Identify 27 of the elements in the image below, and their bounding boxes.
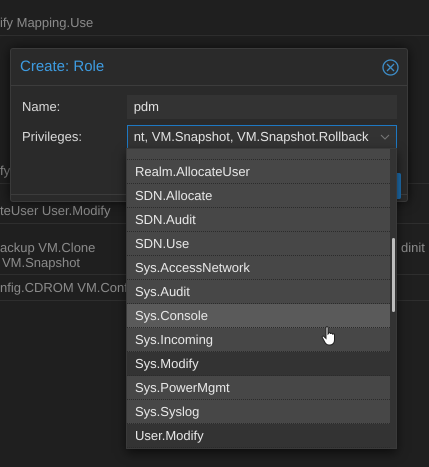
privilege-option[interactable]: Sys.Modify — [127, 352, 390, 376]
table-cell: dinit — [401, 240, 425, 255]
field-label: Privileges: — [22, 128, 83, 146]
list-row[interactable] — [127, 149, 390, 160]
privilege-option[interactable]: Sys.Audit — [127, 280, 390, 304]
privilege-option[interactable]: SDN.Audit — [127, 208, 390, 232]
privilege-option[interactable]: SDN.Use — [127, 232, 390, 256]
chevron-down-icon[interactable] — [380, 134, 390, 140]
dialog-title: Create: Role — [20, 56, 104, 77]
table-cell-text: VM.Snapshot — [1, 255, 82, 270]
privilege-option[interactable]: User.Modify — [127, 424, 390, 448]
scrollbar-thumb[interactable] — [392, 238, 395, 312]
name-input-field[interactable]: pdm — [126, 95, 397, 119]
privilege-option[interactable]: Sys.Syslog — [127, 400, 390, 424]
privilege-option[interactable]: SDN.Allocate — [127, 184, 390, 208]
close-icon[interactable] — [382, 58, 399, 76]
privilege-option[interactable]: Sys.AccessNetwork — [127, 256, 390, 280]
privilege-option[interactable]: Sys.PowerMgmt — [127, 376, 390, 400]
table-cell: ackup VM.Clone — [0, 240, 96, 255]
privileges-combobox[interactable]: nt, VM.Snapshot, VM.Snapshot.Rollback — [126, 125, 397, 149]
field-label: Name: — [22, 98, 62, 116]
table-cell: fy — [0, 163, 10, 178]
table-cell: ify Mapping.Use — [0, 15, 94, 30]
privilege-option[interactable]: Sys.Incoming — [127, 328, 390, 352]
table-cell: teUser User.Modify — [0, 203, 111, 218]
privilege-option[interactable]: Realm.AllocateUser — [127, 160, 390, 184]
privilege-option[interactable]: Sys.Console — [127, 304, 390, 328]
